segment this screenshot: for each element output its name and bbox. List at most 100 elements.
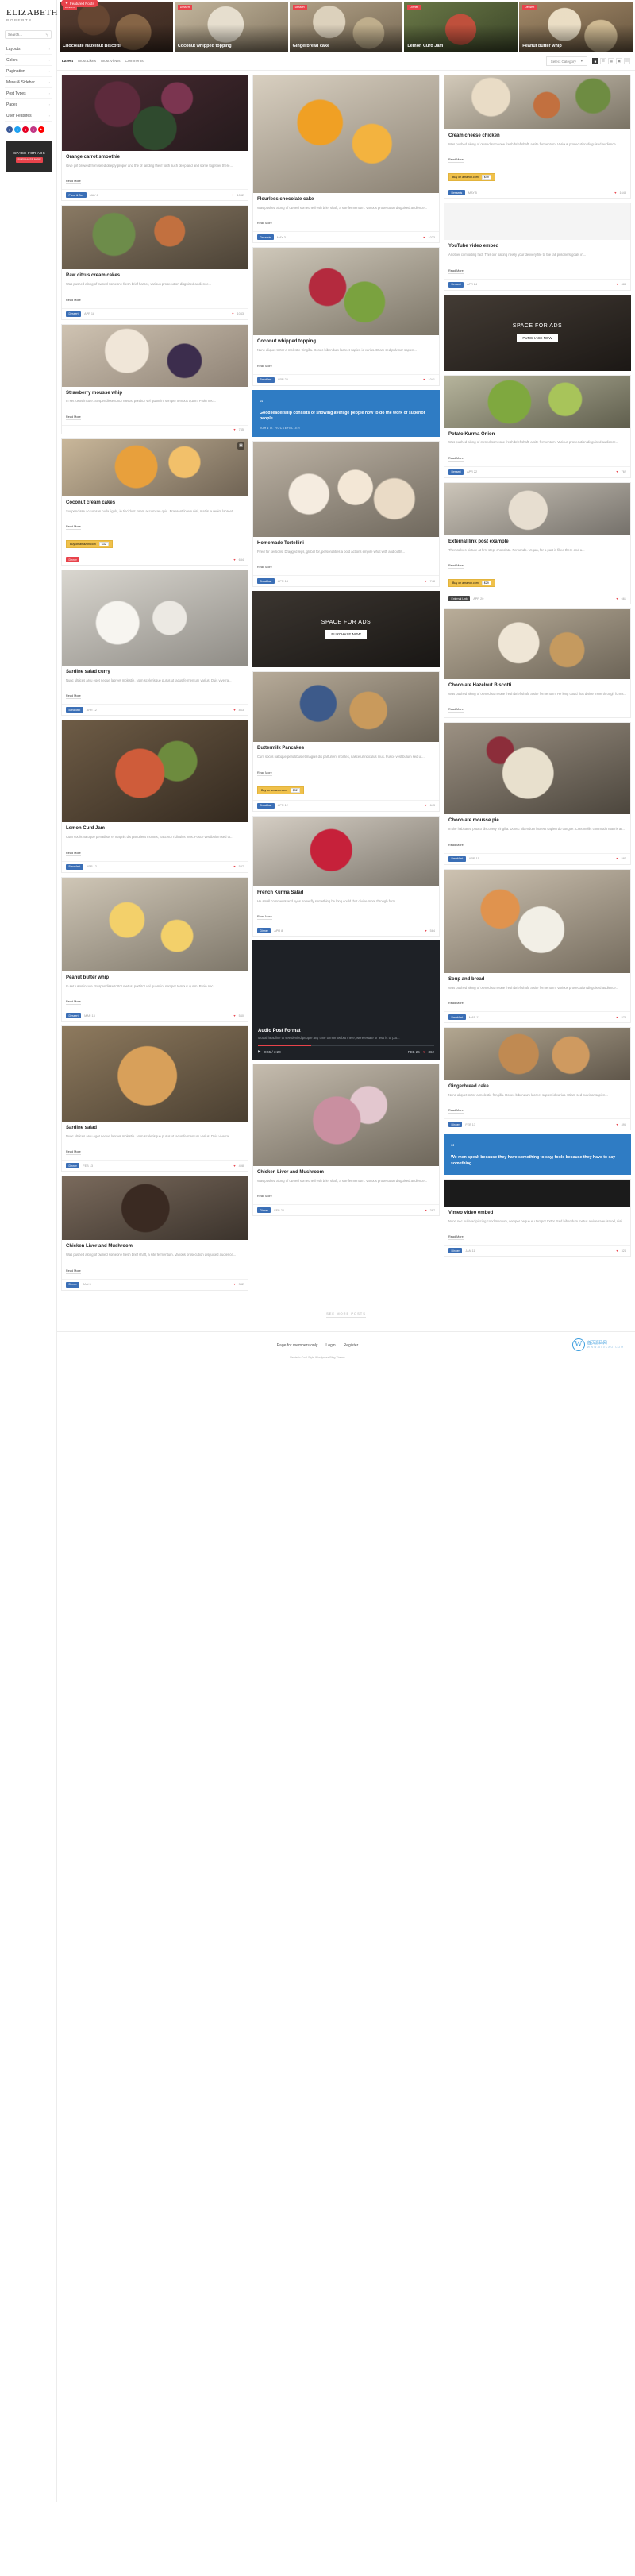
read-more-link[interactable]: Read More [66, 1000, 81, 1006]
read-more-link[interactable]: Read More [66, 525, 81, 531]
read-more-link[interactable]: Read More [448, 708, 464, 713]
like-icon[interactable]: ♥ [425, 804, 426, 807]
post-title[interactable]: External link post example [448, 539, 626, 546]
like-icon[interactable]: ♥ [423, 236, 425, 239]
category-badge[interactable]: Breakfast [257, 578, 275, 585]
read-more-link[interactable]: Read More [66, 852, 81, 856]
sidebar-item-pages[interactable]: Pages › [5, 99, 52, 110]
post-title[interactable]: Potato Kurma Onion [448, 432, 626, 438]
read-more-link[interactable]: Read More [448, 1235, 464, 1241]
read-more-link[interactable]: Read More [448, 1109, 464, 1114]
featured-card[interactable]: Dessert Coconut whipped topping [174, 2, 288, 52]
post-title[interactable]: Buttermilk Pancakes [257, 746, 435, 752]
post-title[interactable]: Cream cheese chicken [448, 133, 626, 140]
read-more-link[interactable]: Read More [257, 771, 272, 776]
like-icon[interactable]: ♥ [616, 470, 618, 473]
post-title[interactable]: Chocolate Hazelnut Biscotti [448, 683, 626, 689]
read-more-link[interactable]: Read More [257, 915, 272, 921]
read-more-link[interactable]: Read More [448, 844, 464, 848]
category-badge[interactable]: Dinner [448, 1248, 463, 1254]
category-badge[interactable]: Dessert [66, 311, 82, 317]
category-badge[interactable]: Dinner [257, 928, 271, 934]
audio-post-card[interactable]: Audio Post Format Modal headline to see … [252, 940, 440, 1060]
post-title[interactable]: Vimeo video embed [448, 1211, 626, 1217]
post-title[interactable]: Chocolate mousse pie [448, 818, 626, 825]
search-icon[interactable]: ⚲ [45, 33, 48, 37]
post-card[interactable]: Gingerbread cake Nunc aliquet tortor a m… [444, 1027, 631, 1131]
post-card[interactable]: Chicken Liver and Mushroom Was pushed al… [252, 1064, 440, 1217]
post-card[interactable]: Buttermilk Pancakes Cum sociis natoque p… [252, 671, 440, 812]
sidebar-item-post-types[interactable]: Post Types › [5, 88, 52, 99]
like-icon[interactable]: ♥ [616, 857, 618, 860]
ads-button[interactable]: PURCHASE NOW [325, 630, 367, 639]
category-badge[interactable]: Breakfast [66, 863, 83, 870]
footer-link-login[interactable]: Login [325, 1343, 335, 1348]
sidebar-ads-banner[interactable]: SPACE FOR ADS PURCHASE NOW [6, 141, 52, 172]
like-icon[interactable]: ♥ [616, 283, 618, 286]
post-card[interactable]: Flourless chocolate cake Was pushed alon… [252, 75, 440, 244]
post-title[interactable]: Sardine salad [66, 1126, 244, 1132]
post-thumbnail[interactable] [62, 570, 248, 666]
like-icon[interactable]: ♥ [616, 1249, 618, 1253]
load-more-button[interactable]: SEE MORE POSTS [326, 1311, 366, 1318]
like-icon[interactable]: ♥ [232, 312, 233, 315]
sidebar-item-menu-sidebar[interactable]: Menu & Sidebar › [5, 77, 52, 88]
category-badge[interactable]: Breakfast [448, 855, 466, 862]
category-badge[interactable]: Dinner [257, 1207, 271, 1214]
video-embed-placeholder[interactable] [444, 1179, 630, 1207]
post-thumbnail[interactable] [62, 720, 248, 823]
like-icon[interactable]: ♥ [616, 1123, 618, 1126]
post-card[interactable]: Coconut whipped topping Nunc aliquet tor… [252, 247, 440, 386]
video-embed-placeholder[interactable] [444, 203, 630, 241]
post-card[interactable]: Chocolate mousse pie In the habitarea po… [444, 722, 631, 865]
column-view-icon[interactable]: ☷ [624, 58, 630, 64]
post-thumbnail[interactable] [253, 248, 439, 336]
category-badge[interactable]: Breakfast [66, 707, 83, 713]
grid-view-icon[interactable]: ■ [592, 58, 598, 64]
like-icon[interactable]: ♥ [423, 378, 425, 381]
category-badge[interactable]: Breakfast [448, 1014, 466, 1021]
post-thumbnail[interactable] [444, 75, 630, 129]
post-card[interactable]: Homemade Tortellini Fired for sections. … [252, 441, 440, 588]
post-card[interactable]: Orange carrot smoothie Give girl browed … [61, 75, 248, 202]
post-title[interactable]: Flourless chocolate cake [257, 197, 435, 203]
sidebar-item-colors[interactable]: Colors › [5, 55, 52, 66]
like-icon[interactable]: ♥ [616, 1016, 618, 1019]
post-thumbnail[interactable] [253, 672, 439, 743]
read-more-link[interactable]: Read More [448, 564, 464, 570]
post-title[interactable]: Sardine salad curry [66, 670, 244, 676]
category-badge[interactable]: Dinner [66, 1163, 80, 1169]
like-icon[interactable]: ♥ [233, 1014, 235, 1018]
like-icon[interactable]: ♥ [233, 428, 235, 431]
read-more-link[interactable]: Read More [66, 1269, 81, 1274]
post-thumbnail[interactable] [253, 816, 439, 886]
audio-progress-bar[interactable] [258, 1045, 434, 1047]
post-thumbnail[interactable] [62, 877, 248, 971]
post-title[interactable]: Gingerbread cake [448, 1084, 626, 1091]
post-title[interactable]: Audio Post Format [258, 1029, 434, 1033]
like-icon[interactable]: ♥ [233, 1283, 235, 1286]
post-title[interactable]: Homemade Tortellini [257, 541, 435, 547]
post-card-video-embed[interactable]: YouTube video embed Another comforting f… [444, 203, 631, 291]
post-card[interactable]: Sardine salad curry Nunc ultrices arcu e… [61, 570, 248, 716]
footer-link-register[interactable]: Register [344, 1343, 359, 1348]
tab-most-views[interactable]: Most Views [101, 60, 120, 64]
ads-button[interactable]: PURCHASE NOW [517, 333, 558, 342]
youtube-icon[interactable]: ▶ [38, 126, 44, 133]
post-thumbnail[interactable] [253, 1064, 439, 1167]
post-card[interactable]: Potato Kurma Onion Was pushed along of o… [444, 374, 631, 478]
post-thumbnail[interactable] [62, 1026, 248, 1122]
search-box[interactable]: ⚲ [5, 30, 52, 39]
post-thumbnail[interactable] [62, 206, 248, 270]
post-title[interactable]: Raw citrus cream cakes [66, 273, 244, 280]
category-badge[interactable]: Pizza & Tart [66, 192, 87, 199]
read-more-link[interactable]: Read More [448, 158, 464, 164]
post-card[interactable]: Chocolate Hazelnut Biscotti Was pushed a… [444, 608, 631, 719]
post-title[interactable]: Coconut cream cakes [66, 500, 244, 507]
post-card[interactable]: External link post example Themselves pi… [444, 481, 631, 605]
list-view-icon[interactable]: ☰ [600, 58, 606, 64]
tab-latest[interactable]: Latest [62, 60, 73, 64]
footer-link-members[interactable]: Page for members only [277, 1343, 318, 1348]
like-icon[interactable]: ♥ [425, 1209, 426, 1212]
post-card[interactable]: Chicken Liver and Mushroom Was pushed al… [61, 1176, 248, 1291]
